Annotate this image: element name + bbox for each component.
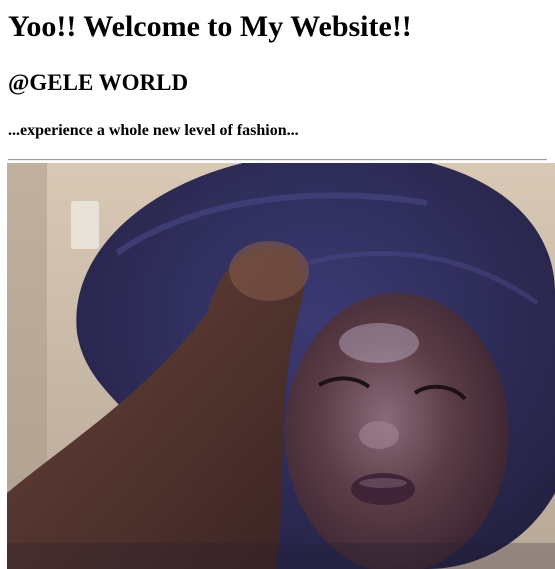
lips — [351, 473, 415, 505]
fashion-photo — [7, 163, 555, 569]
brand-heading: @GELE WORLD — [8, 70, 189, 95]
page-title: Yoo!! Welcome to My Website!! — [8, 10, 412, 43]
wall-switch — [71, 201, 99, 249]
divider — [8, 159, 547, 161]
hand — [229, 241, 309, 301]
nose — [359, 421, 399, 449]
bottom-shadow — [7, 543, 555, 569]
photo-illustration — [7, 163, 555, 569]
forehead-highlight — [339, 323, 419, 363]
lip-highlight — [359, 478, 407, 488]
tagline: ...experience a whole new level of fashi… — [8, 122, 299, 139]
